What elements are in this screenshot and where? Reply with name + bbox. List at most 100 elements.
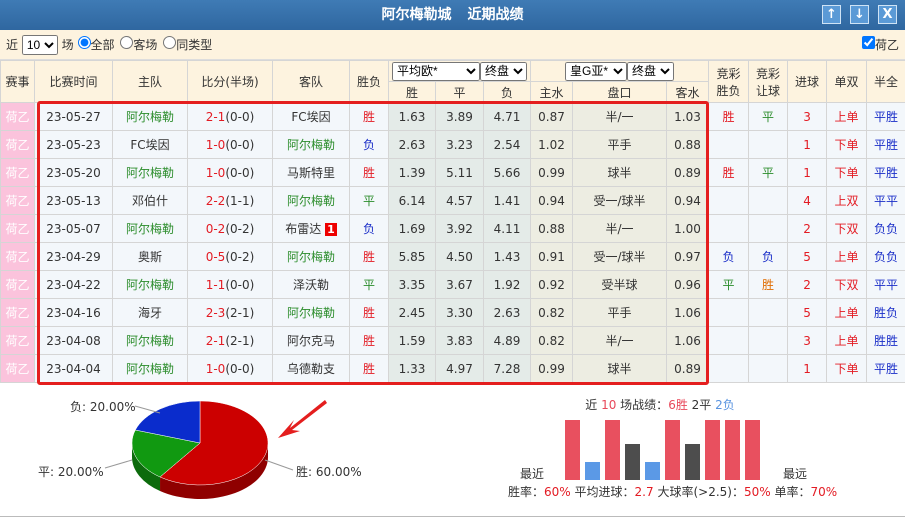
red-card-badge: 1: [325, 223, 337, 236]
league-cell[interactable]: 荷乙: [0, 298, 35, 327]
odd-even-cell: 上单: [826, 298, 868, 327]
away-team-cell[interactable]: FC埃因: [272, 102, 350, 131]
table-row: 荷乙 23-04-22 阿尔梅勒 1-1(0-0) 泽沃勒平 3.35 3.67 1.92 0.…: [0, 270, 905, 299]
league-cell[interactable]: 荷乙: [0, 102, 35, 131]
home-water-cell: 0.99: [530, 354, 574, 383]
home-team-cell[interactable]: FC埃因: [112, 130, 188, 159]
col-jc-handicap: 竞彩 让球: [748, 60, 789, 103]
away-water-cell: 1.03: [666, 102, 710, 131]
home-team-cell[interactable]: 阿尔梅勒: [112, 214, 188, 243]
euro-selects: 平均欧* 终盘: [387, 60, 532, 82]
away-team-cell[interactable]: 乌德勒支: [272, 354, 350, 383]
col-score: 比分(半场): [187, 60, 273, 103]
match-count-select[interactable]: 10: [21, 35, 58, 55]
result-cell: 平: [349, 270, 389, 299]
move-down-button[interactable]: ↓: [850, 5, 869, 24]
euro-company-select[interactable]: 平均欧*: [392, 61, 480, 81]
league-cell[interactable]: 荷乙: [0, 214, 35, 243]
result-cell: 胜: [349, 158, 389, 187]
league-cell[interactable]: 荷乙: [0, 242, 35, 271]
table-row: 荷乙 23-04-29 奥斯 0-5(0-2) 阿尔梅勒胜 5.85 4.50 1.43 0.9…: [0, 242, 905, 271]
home-team-cell[interactable]: 阿尔梅勒: [112, 270, 188, 299]
away-team-cell[interactable]: 马斯特里: [272, 158, 350, 187]
jc-result-cell: [708, 354, 750, 383]
radio-same-type[interactable]: [163, 36, 177, 49]
league-cell[interactable]: 荷乙: [0, 326, 35, 355]
date-cell: 23-05-23: [34, 130, 113, 159]
radio-same-type-label[interactable]: 同类型: [176, 38, 212, 52]
league-cell[interactable]: 荷乙: [0, 270, 35, 299]
jc-handicap-cell: [748, 186, 789, 215]
win-odds-cell: 6.14: [388, 186, 436, 215]
away-team-cell[interactable]: 阿尔梅勒: [272, 130, 350, 159]
col-home-water: 主水: [530, 81, 574, 103]
away-team-cell[interactable]: 泽沃勒: [272, 270, 350, 299]
league-cell[interactable]: 荷乙: [0, 130, 35, 159]
asia-company-select[interactable]: 皇G亚*: [565, 61, 628, 81]
date-cell: 23-04-22: [34, 270, 113, 299]
home-water-cell: 0.87: [530, 102, 574, 131]
win-odds-cell: 1.33: [388, 354, 436, 383]
goals-cell: 4: [787, 186, 828, 215]
result-cell: 胜: [349, 242, 389, 271]
away-team-cell[interactable]: 布雷达 1: [272, 214, 350, 243]
home-water-cell: 0.88: [530, 214, 574, 243]
home-team-cell[interactable]: 阿尔梅勒: [112, 326, 188, 355]
draw-odds-cell: 3.92: [435, 214, 484, 243]
jc-result-cell: 胜: [708, 102, 750, 131]
col-jc-result: 竞彩 胜负: [708, 60, 750, 103]
result-cell: 平: [349, 186, 389, 215]
home-team-cell[interactable]: 奥斯: [112, 242, 188, 271]
odd-even-cell: 下单: [826, 354, 868, 383]
home-team-cell[interactable]: 阿尔梅勒: [112, 102, 188, 131]
league-checkbox-label[interactable]: 荷乙: [875, 38, 899, 52]
odd-even-cell: 上单: [826, 326, 868, 355]
league-cell[interactable]: 荷乙: [0, 158, 35, 187]
asia-stage-select[interactable]: 终盘: [627, 61, 675, 81]
away-water-cell: 0.89: [666, 354, 710, 383]
home-water-cell: 0.82: [530, 326, 574, 355]
radio-all-label[interactable]: 全部: [91, 38, 115, 52]
league-checkbox[interactable]: [861, 36, 875, 49]
goals-cell: 5: [787, 242, 828, 271]
result-bar: [605, 420, 620, 480]
handicap-cell: 半/一: [572, 214, 668, 243]
home-team-cell[interactable]: 邓伯什: [112, 186, 188, 215]
close-button[interactable]: X: [878, 5, 897, 24]
radio-away[interactable]: [120, 36, 134, 49]
half-full-cell: 胜负: [866, 298, 905, 327]
draw-odds-cell: 3.67: [435, 270, 484, 299]
euro-stage-select[interactable]: 终盘: [480, 61, 527, 81]
title-bar: 阿尔梅勒城 近期战绩 ↑ ↓ X: [0, 0, 905, 30]
away-water-cell: 1.06: [666, 326, 710, 355]
half-full-cell: 平胜: [866, 158, 905, 187]
away-team-cell[interactable]: 阿尔克马: [272, 326, 350, 355]
summary-panel: 负: 20.00% 平: 20.00% 胜: 60.00% 近 10 场战绩：6…: [0, 388, 905, 517]
handicap-cell: 半/一: [572, 326, 668, 355]
away-team-cell[interactable]: 阿尔梅勒: [272, 186, 350, 215]
away-team-cell[interactable]: 阿尔梅勒: [272, 242, 350, 271]
jc-handicap-cell: [748, 326, 789, 355]
odd-even-cell: 上单: [826, 242, 868, 271]
home-team-cell[interactable]: 阿尔梅勒: [112, 354, 188, 383]
jc-handicap-cell: 胜: [748, 270, 789, 299]
jc-handicap-cell: 平: [748, 102, 789, 131]
home-team-cell[interactable]: 阿尔梅勒: [112, 158, 188, 187]
result-bar: [745, 420, 760, 480]
away-team-cell[interactable]: 阿尔梅勒: [272, 298, 350, 327]
move-up-button[interactable]: ↑: [822, 5, 841, 24]
home-team-cell[interactable]: 海牙: [112, 298, 188, 327]
radio-away-label[interactable]: 客场: [133, 38, 157, 52]
radio-all[interactable]: [77, 36, 91, 49]
odd-even-cell: 下双: [826, 270, 868, 299]
goals-cell: 1: [787, 354, 828, 383]
away-water-cell: 1.00: [666, 214, 710, 243]
handicap-cell: 半/一: [572, 102, 668, 131]
col-away-water: 客水: [666, 81, 710, 103]
league-cell[interactable]: 荷乙: [0, 186, 35, 215]
league-cell[interactable]: 荷乙: [0, 354, 35, 383]
title-label: 近期战绩: [467, 7, 524, 23]
jc-result-cell: [708, 214, 750, 243]
win-odds-cell: 2.63: [388, 130, 436, 159]
jc-handicap-cell: 平: [748, 158, 789, 187]
